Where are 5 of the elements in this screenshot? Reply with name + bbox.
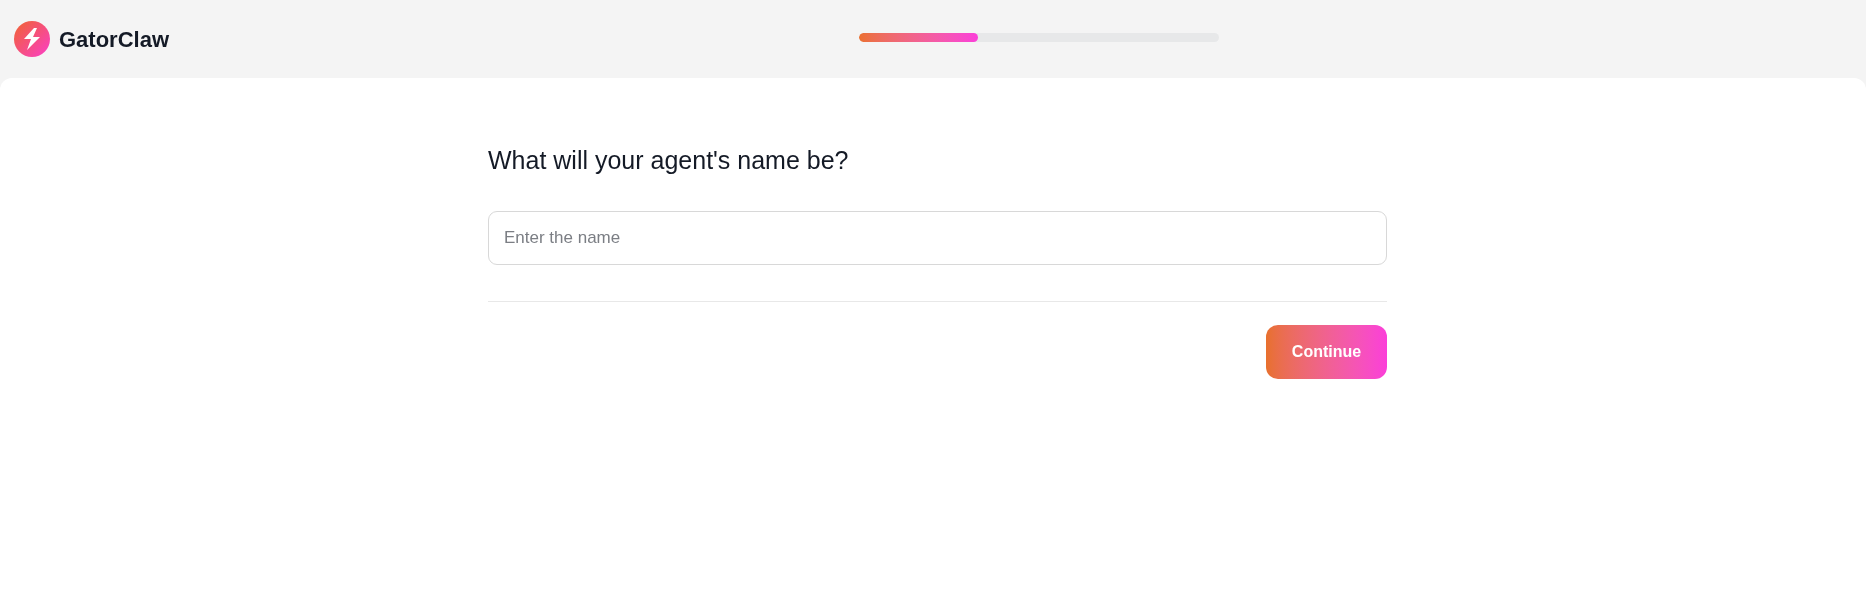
brand-name: GatorClaw <box>59 25 170 54</box>
question-heading: What will your agent's name be? <box>488 145 850 176</box>
continue-button[interactable]: Continue <box>1266 325 1387 379</box>
lightning-logo-icon <box>14 21 50 57</box>
name-input-field[interactable]: Enter the name <box>488 211 1387 265</box>
